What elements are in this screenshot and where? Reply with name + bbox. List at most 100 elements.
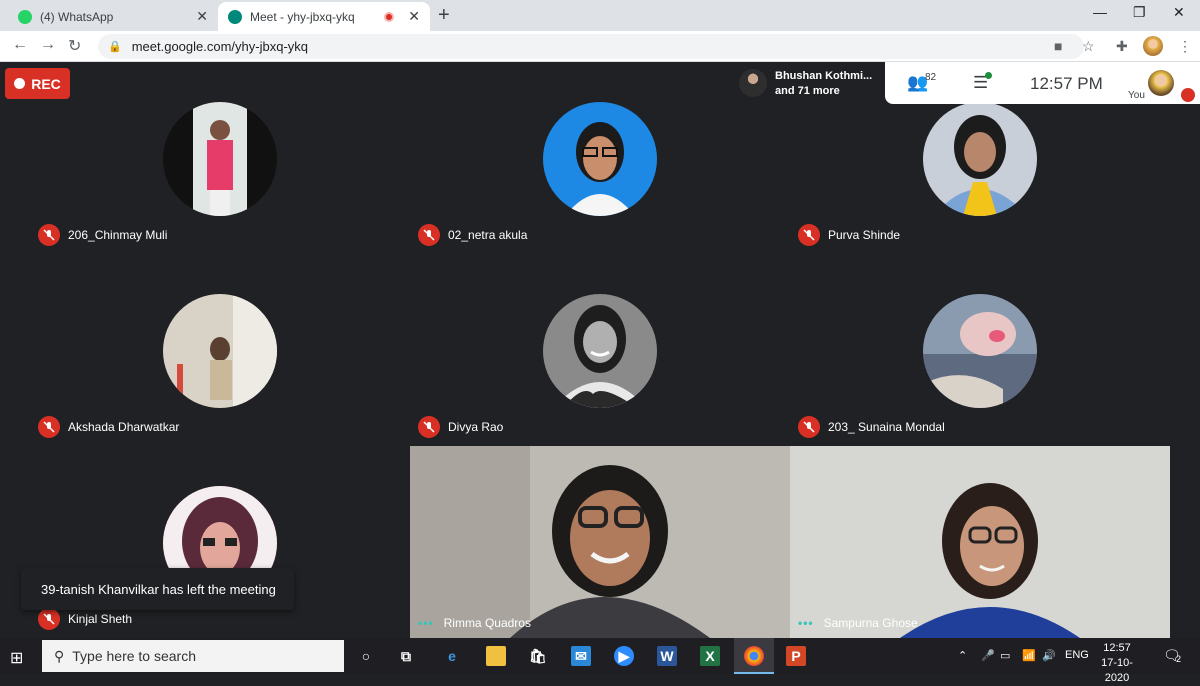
search-icon: ⚲ — [54, 647, 65, 664]
meeting-clock: 12:57 PM — [1030, 74, 1103, 93]
people-card-line1: Bhushan Kothmi... — [775, 69, 873, 82]
store-icon[interactable]: 🛍 — [528, 646, 548, 666]
microphone-icon[interactable]: 🎤 — [981, 649, 995, 662]
mic-off-icon — [38, 224, 60, 246]
tab-title: Meet - yhy-jbxq-ykq — [250, 9, 355, 24]
meeting-info-bar: 👥 82 ☰ 12:57 PM You — [885, 62, 1200, 104]
lock-icon: 🔒 — [108, 41, 122, 53]
whatsapp-icon — [18, 9, 32, 24]
meet-stage: REC 206_Chinmay Muli 02_netra akula Purv… — [0, 62, 1200, 638]
participant-name: 203_ Sunaina Mondal — [828, 420, 945, 434]
taskbar: ⊞ ⚲ Type here to search ○ ⧉ e 🛍 ✉ ▶ W X … — [0, 638, 1200, 684]
participant-name: Akshada Dharwatkar — [68, 420, 180, 434]
mic-off-icon — [418, 416, 440, 438]
participant-name: Purva Shinde — [828, 228, 901, 242]
avatar — [543, 294, 657, 408]
participant-label: 203_ Sunaina Mondal — [798, 416, 945, 438]
chevron-up-icon[interactable]: ⌃ — [958, 649, 967, 662]
edge-icon[interactable]: e — [442, 646, 462, 666]
participant-name: Kinjal Sheth — [68, 612, 133, 626]
video-feed — [410, 446, 790, 638]
restore-button[interactable]: ❐ — [1133, 4, 1146, 21]
participant-name: Divya Rao — [448, 420, 504, 434]
participant-label: Kinjal Sheth — [38, 608, 132, 630]
close-icon[interactable]: ✕ — [196, 8, 208, 25]
self-label: You — [1128, 90, 1145, 101]
address-bar[interactable]: 🔒 meet.google.com/yhy-jbxq-ykq — [98, 34, 1084, 59]
cortana-icon[interactable]: ○ — [356, 646, 376, 666]
task-view-icon[interactable]: ⧉ — [396, 646, 416, 666]
zoom-icon[interactable]: ▶ — [614, 646, 634, 666]
presenter-card[interactable]: Bhushan Kothmi... and 71 more — [733, 62, 885, 104]
participant-tile[interactable]: 206_Chinmay Muli — [30, 62, 410, 254]
battery-icon[interactable]: ▭ — [1000, 649, 1010, 662]
windows-start-icon[interactable]: ⊞ — [10, 648, 23, 668]
new-tab-button[interactable]: + — [438, 4, 450, 27]
participant-label: Purva Shinde — [798, 224, 900, 246]
taskbar-time: 12:57 — [1103, 642, 1131, 654]
mic-off-icon — [38, 416, 60, 438]
bookmark-star-icon[interactable]: ☆ — [1082, 38, 1095, 55]
forward-arrow-icon[interactable]: → — [40, 36, 56, 54]
participant-label: Divya Rao — [418, 416, 503, 438]
mic-off-icon — [1181, 88, 1195, 102]
wifi-icon[interactable]: 📶 — [1022, 649, 1036, 662]
taskbar-date: 17-10-2020 — [1101, 657, 1133, 684]
people-card-line2: and 71 more — [775, 84, 840, 97]
language-indicator[interactable]: ENG — [1065, 649, 1089, 661]
participant-tile[interactable]: Akshada Dharwatkar — [30, 254, 410, 446]
profile-avatar[interactable] — [1143, 36, 1163, 56]
taskbar-search[interactable]: ⚲ Type here to search — [42, 640, 344, 672]
volume-icon[interactable]: 🔊 — [1042, 649, 1056, 662]
notification-count: 2 — [1176, 654, 1182, 664]
participant-tile[interactable]: 203_ Sunaina Mondal — [790, 254, 1170, 446]
close-icon[interactable]: ✕ — [408, 8, 420, 25]
mic-off-icon — [798, 416, 820, 438]
minimize-button[interactable]: — — [1093, 4, 1107, 20]
mail-icon[interactable]: ✉ — [571, 646, 591, 666]
avatar — [163, 294, 277, 408]
url-text: meet.google.com/yhy-jbxq-ykq — [131, 39, 309, 54]
record-dot-icon — [14, 78, 26, 89]
file-explorer-icon[interactable] — [486, 646, 506, 666]
extensions-icon[interactable]: ✚ — [1116, 38, 1128, 55]
search-placeholder: Type here to search — [72, 648, 197, 664]
chat-unread-dot — [985, 72, 992, 79]
tab-title: (4) WhatsApp — [40, 9, 114, 24]
participant-label: 206_Chinmay Muli — [38, 224, 167, 246]
menu-icon[interactable]: ⋮ — [1178, 38, 1192, 55]
avatar — [543, 102, 657, 216]
meet-icon — [228, 9, 242, 24]
powerpoint-icon[interactable]: P — [786, 646, 806, 666]
tab-meet[interactable]: Meet - yhy-jbxq-ykq ✕ — [218, 2, 430, 31]
avatar — [923, 294, 1037, 408]
mic-off-icon — [798, 224, 820, 246]
avatar — [739, 69, 767, 97]
browser-tab-strip: (4) WhatsApp ✕ Meet - yhy-jbxq-ykq ✕ + —… — [0, 0, 1200, 31]
tab-whatsapp[interactable]: (4) WhatsApp ✕ — [8, 2, 218, 31]
participant-name: 02_netra akula — [448, 228, 528, 242]
window-close-button[interactable]: ✕ — [1173, 4, 1185, 21]
video-tile[interactable]: ••• Rimma Quadros — [410, 446, 790, 638]
browser-toolbar: ← → ↻ 🔒 meet.google.com/yhy-jbxq-ykq ■ ☆… — [0, 31, 1200, 62]
camera-icon[interactable]: ■ — [1054, 38, 1062, 54]
self-avatar[interactable] — [1148, 70, 1174, 96]
participant-tile[interactable]: Divya Rao — [410, 254, 790, 446]
participant-label: Akshada Dharwatkar — [38, 416, 179, 438]
avatar — [923, 102, 1037, 216]
taskbar-clock[interactable]: 12:57 17-10-2020 — [1095, 641, 1139, 686]
word-icon[interactable]: W — [657, 646, 677, 666]
back-arrow-icon[interactable]: ← — [12, 36, 28, 54]
speaking-indicator-icon: ••• — [798, 616, 814, 630]
video-tile[interactable]: ••• Sampurna Ghose — [790, 446, 1170, 638]
reload-icon[interactable]: ↻ — [68, 36, 81, 56]
participant-label: 02_netra akula — [418, 224, 527, 246]
participant-label: ••• Rimma Quadros — [418, 616, 531, 630]
participant-name: Sampurna Ghose — [823, 616, 918, 630]
mic-off-icon — [38, 608, 60, 630]
video-feed — [790, 446, 1170, 638]
excel-icon[interactable]: X — [700, 646, 720, 666]
notification-toast: 39-tanish Khanvilkar has left the meetin… — [21, 568, 294, 610]
chrome-icon[interactable] — [744, 646, 764, 666]
recording-indicator-icon — [384, 11, 395, 22]
